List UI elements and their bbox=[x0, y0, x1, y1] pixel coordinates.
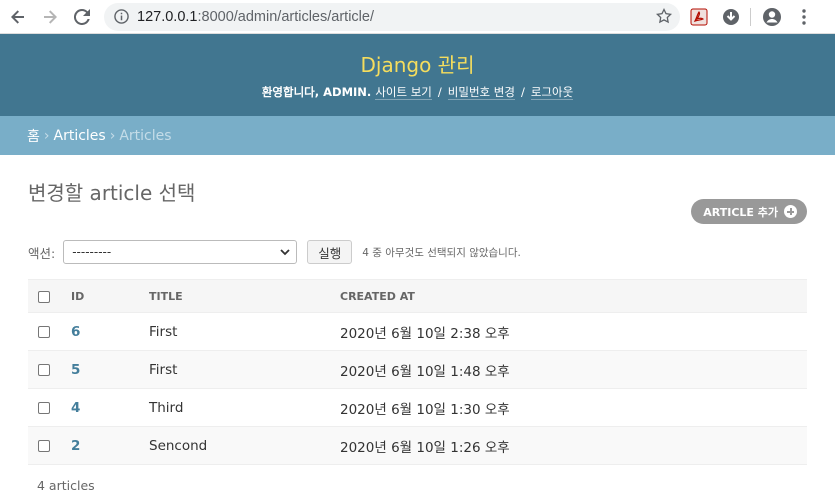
reload-button[interactable] bbox=[68, 3, 96, 31]
site-brand[interactable]: Django 관리 bbox=[0, 34, 835, 78]
select-all-cell bbox=[28, 279, 60, 313]
main-content: 변경할 article 선택 ARTICLE 추가 액션: --------- … bbox=[0, 177, 835, 492]
user-tools-separator: / bbox=[520, 85, 525, 99]
row-checkbox-cell bbox=[28, 350, 60, 389]
row-checkbox-cell bbox=[28, 388, 60, 427]
paginator: 4 articles bbox=[37, 478, 95, 492]
reload-icon bbox=[74, 8, 90, 25]
table-row: 4 Third 2020년 6월 10일 1:30 오후 bbox=[28, 388, 807, 427]
actions-label: 액션: bbox=[28, 245, 56, 261]
user-tools-separator: / bbox=[437, 85, 442, 99]
table-row: 2 Sencond 2020년 6월 10일 1:26 오후 bbox=[28, 426, 807, 465]
selection-counter: 4 중 아무것도 선택되지 않았습니다. bbox=[362, 246, 521, 259]
view-site-link[interactable]: 사이트 보기 bbox=[375, 85, 432, 100]
created-at-cell: 2020년 6월 10일 2:38 오후 bbox=[330, 312, 807, 351]
id-cell: 5 bbox=[60, 350, 139, 389]
forward-button[interactable] bbox=[36, 3, 64, 31]
back-button[interactable] bbox=[4, 3, 32, 31]
title-cell: First bbox=[139, 312, 330, 351]
title-cell: Third bbox=[139, 388, 330, 427]
breadcrumb-home[interactable]: 홈 bbox=[27, 126, 40, 146]
table-row: 6 First 2020년 6월 10일 2:38 오후 bbox=[28, 312, 807, 351]
column-header-title[interactable]: Title bbox=[139, 279, 330, 313]
page-title: 변경할 article 선택 bbox=[28, 181, 196, 205]
actions-bar: 액션: --------- 실행 4 중 아무것도 선택되지 않았습니다. bbox=[28, 240, 807, 264]
username: admin bbox=[323, 85, 367, 99]
row-id-link[interactable]: 5 bbox=[71, 362, 80, 378]
row-checkbox[interactable] bbox=[38, 363, 50, 376]
profile-avatar-icon[interactable] bbox=[759, 4, 785, 30]
created-at-cell: 2020년 6월 10일 1:48 오후 bbox=[330, 350, 807, 389]
table-row: 5 First 2020년 6월 10일 1:48 오후 bbox=[28, 350, 807, 389]
row-checkbox-cell bbox=[28, 312, 60, 351]
created-at-cell: 2020년 6월 10일 1:26 오후 bbox=[330, 426, 807, 465]
add-article-button[interactable]: ARTICLE 추가 bbox=[691, 199, 807, 224]
site-header: Django 관리 환영합니다, admin. 사이트 보기 / 비밀번호 변경… bbox=[0, 34, 835, 116]
table-header-row: ID Title Created at bbox=[28, 279, 807, 313]
action-select-value: --------- bbox=[72, 245, 112, 259]
title-cell: First bbox=[139, 350, 330, 389]
run-action-button[interactable]: 실행 bbox=[307, 240, 353, 264]
welcome-period: . bbox=[366, 85, 372, 99]
action-select[interactable]: --------- bbox=[63, 240, 298, 264]
id-cell: 6 bbox=[60, 312, 139, 351]
toolbar-divider bbox=[750, 7, 751, 26]
row-checkbox[interactable] bbox=[38, 325, 50, 338]
browser-toolbar: 127.0.0.1:8000/admin/articles/article/ bbox=[0, 0, 835, 34]
more-menu-icon[interactable] bbox=[791, 4, 817, 30]
add-article-label: ARTICLE 추가 bbox=[703, 205, 778, 219]
welcome-text: 환영합니다, bbox=[261, 85, 320, 99]
change-password-link[interactable]: 비밀번호 변경 bbox=[447, 85, 515, 100]
logout-link[interactable]: 로그아웃 bbox=[530, 85, 574, 100]
bookmark-star-icon[interactable] bbox=[655, 7, 673, 28]
download-extension-icon[interactable] bbox=[718, 4, 744, 30]
row-checkbox[interactable] bbox=[38, 401, 50, 414]
user-tools: 환영합니다, admin. 사이트 보기 / 비밀번호 변경 / 로그아웃 bbox=[0, 84, 835, 100]
id-cell: 4 bbox=[60, 388, 139, 427]
info-icon bbox=[114, 9, 129, 24]
column-header-created-at[interactable]: Created at bbox=[330, 279, 807, 313]
row-id-link[interactable]: 4 bbox=[71, 400, 80, 416]
column-header-id[interactable]: ID bbox=[60, 279, 139, 313]
results-table: ID Title Created at 6 First 2020년 6월 10일… bbox=[28, 279, 807, 465]
row-checkbox[interactable] bbox=[38, 439, 50, 452]
title-cell: Sencond bbox=[139, 426, 330, 465]
row-id-link[interactable]: 2 bbox=[71, 438, 80, 454]
address-bar[interactable]: 127.0.0.1:8000/admin/articles/article/ bbox=[104, 2, 680, 31]
url-text: 127.0.0.1:8000/admin/articles/article/ bbox=[137, 8, 374, 25]
arrow-right-icon bbox=[44, 9, 57, 24]
breadcrumb-separator: › bbox=[43, 127, 50, 144]
breadcrumb-app[interactable]: Articles bbox=[54, 128, 106, 144]
row-checkbox-cell bbox=[28, 426, 60, 465]
select-all-checkbox[interactable] bbox=[38, 290, 50, 303]
breadcrumb-separator: › bbox=[109, 127, 116, 144]
arrow-left-icon bbox=[11, 9, 24, 24]
created-at-cell: 2020년 6월 10일 1:30 오후 bbox=[330, 388, 807, 427]
plus-icon bbox=[784, 205, 797, 218]
pdf-extension-icon[interactable] bbox=[686, 4, 712, 30]
id-cell: 2 bbox=[60, 426, 139, 465]
breadcrumb: 홈 › Articles › Articles bbox=[0, 116, 835, 155]
row-id-link[interactable]: 6 bbox=[71, 324, 80, 340]
chevron-down-icon bbox=[280, 248, 290, 255]
breadcrumb-current: Articles bbox=[119, 127, 172, 144]
